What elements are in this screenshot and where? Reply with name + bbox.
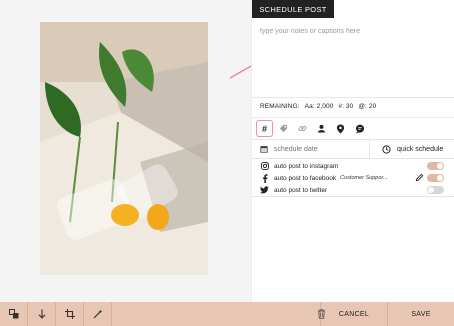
crop-button[interactable] (56, 302, 84, 326)
remaining-hashtags: #: 30 (338, 103, 354, 110)
location-pin-icon[interactable] (332, 120, 349, 137)
bottom-action-bar: CANCEL SAVE (0, 302, 454, 326)
hashtag-icon[interactable]: # (256, 120, 273, 137)
download-button[interactable] (28, 302, 56, 326)
comment-icon[interactable] (351, 120, 368, 137)
layers-icon (8, 309, 18, 319)
save-button[interactable]: SAVE (387, 302, 454, 326)
instagram-toggle[interactable] (427, 162, 444, 170)
caption-toolbar: # (252, 117, 454, 139)
facebook-account-name: Customer Suppor... (340, 175, 388, 181)
remaining-chars: Aa: 2,000 (304, 103, 334, 110)
arrow-down-icon (38, 309, 45, 319)
twitter-toggle[interactable] (427, 186, 444, 194)
tab-schedule-post[interactable]: SCHEDULE POST (252, 0, 334, 18)
twitter-icon (260, 186, 269, 195)
edit-pencil-icon[interactable] (415, 173, 424, 182)
auto-post-twitter-label: auto post to twitter (274, 186, 328, 194)
auto-post-list: auto post to instagram auto post to face… (252, 160, 454, 197)
post-photo[interactable] (40, 22, 208, 275)
auto-post-twitter-row: auto post to twitter (252, 184, 454, 196)
schedule-date-field[interactable]: schedule date (252, 140, 370, 158)
facebook-icon (260, 173, 269, 183)
caption-input[interactable] (252, 18, 454, 98)
magic-wand-icon (93, 309, 102, 319)
remaining-counters: REMAINING: Aa: 2,000 #: 30 @: 20 (260, 103, 376, 110)
schedule-panel: SCHEDULE POST REMAINING: Aa: 2,000 #: 30… (251, 0, 454, 302)
cancel-button[interactable]: CANCEL (320, 302, 387, 326)
user-icon[interactable] (313, 120, 330, 137)
auto-post-facebook-label: auto post to facebook (274, 174, 337, 182)
quick-schedule-label: quick schedule (397, 145, 444, 153)
auto-post-facebook-row: auto post to facebook Customer Suppor... (252, 172, 454, 184)
layers-button[interactable] (0, 302, 28, 326)
clock-icon (382, 144, 391, 154)
bottom-bar-spacer (112, 302, 325, 326)
facebook-toggle[interactable] (427, 174, 444, 182)
auto-post-instagram-row: auto post to instagram (252, 160, 454, 172)
instagram-icon (260, 162, 269, 171)
quick-schedule-button[interactable]: quick schedule (370, 140, 454, 158)
schedule-date-placeholder: schedule date (274, 145, 318, 153)
magic-wand-button[interactable] (84, 302, 112, 326)
trash-icon[interactable] (317, 309, 326, 319)
tag-icon[interactable] (275, 120, 292, 137)
crop-icon (64, 309, 75, 319)
calendar-icon (260, 146, 268, 153)
image-canvas (0, 0, 251, 302)
auto-post-instagram-label: auto post to instagram (274, 162, 339, 170)
remaining-label: REMAINING: (260, 103, 300, 110)
link-icon[interactable] (294, 120, 311, 137)
schedule-row: schedule date quick schedule (252, 139, 454, 159)
remaining-mentions: @: 20 (358, 103, 377, 110)
photo-illustration (40, 22, 208, 275)
